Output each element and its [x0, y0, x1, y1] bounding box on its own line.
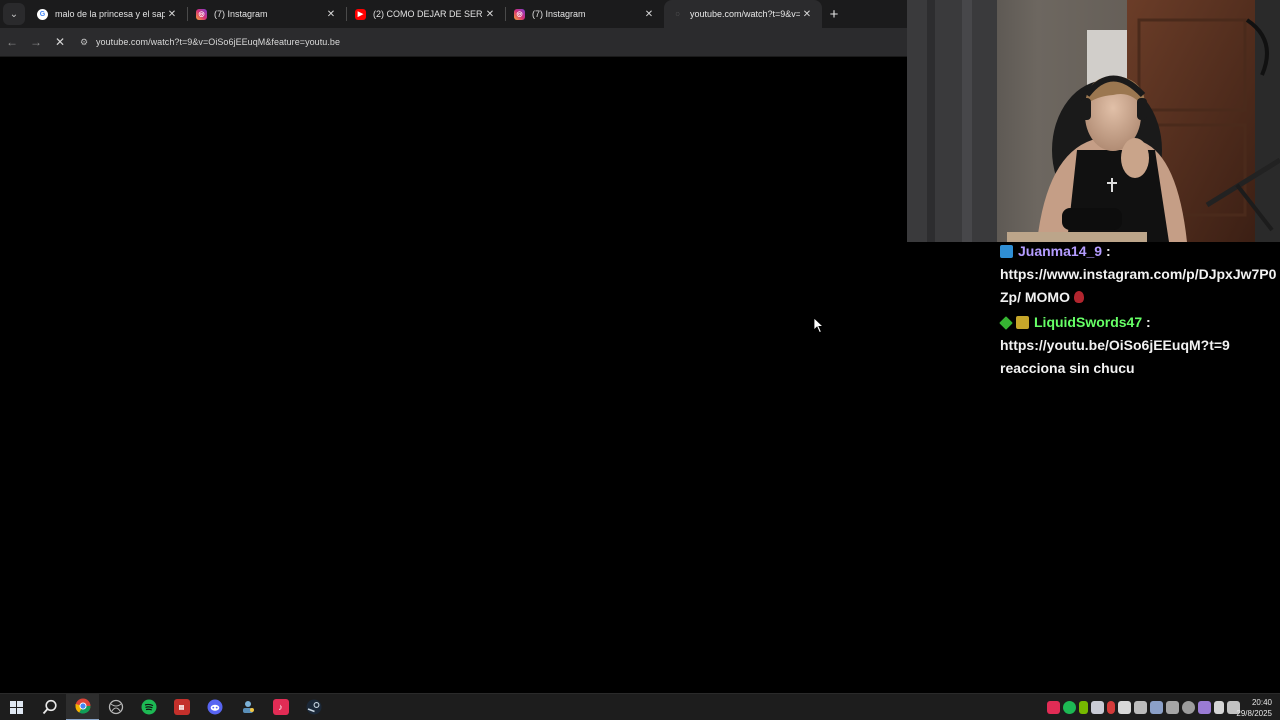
- emote-icon: [1074, 291, 1084, 303]
- discord-tray-icon[interactable]: [1091, 701, 1104, 714]
- volume-icon[interactable]: [1214, 701, 1224, 714]
- app-tray-icon-3[interactable]: [1166, 701, 1179, 714]
- chat-text: https://www.instagram.com/p/DJpxJw7P0Zp/…: [1000, 266, 1277, 305]
- address-bar[interactable]: ⚙ youtube.com/watch?t=9&v=OiSo6jEEuqM&fe…: [76, 31, 896, 53]
- mouse-cursor-icon: [814, 318, 824, 333]
- tab-instagram-1[interactable]: ◎ (7) Instagram ✕: [188, 0, 346, 28]
- tab-title: (7) Instagram: [532, 9, 586, 19]
- browser-toolbar: ← → ✕ ⚙ youtube.com/watch?t=9&v=OiSo6jEE…: [0, 28, 907, 57]
- stream-chat: Juanma14_9 : https://www.instagram.com/p…: [999, 240, 1280, 380]
- chat-separator: :: [1142, 314, 1151, 330]
- chat-message: Juanma14_9 : https://www.instagram.com/p…: [1000, 240, 1280, 309]
- pen-tray-icon[interactable]: [1198, 701, 1211, 714]
- instagram-icon: ◎: [196, 8, 207, 20]
- browser-tab-bar: ⌄ G malo de la princesa y el sapo - ✕ ◎ …: [0, 0, 907, 28]
- steam-icon[interactable]: [297, 694, 330, 720]
- chat-username: Juanma14_9: [1018, 243, 1103, 259]
- clock-time: 20:40: [1251, 698, 1272, 707]
- back-button[interactable]: ←: [0, 30, 24, 54]
- app-icon[interactable]: [99, 694, 132, 720]
- tab-title: youtube.com/watch?t=9&v=Oi: [690, 9, 800, 19]
- spotify-tray-icon[interactable]: [1063, 701, 1076, 714]
- site-info-icon[interactable]: ⚙: [76, 37, 92, 48]
- address-url: youtube.com/watch?t=9&v=OiSo6jEEuqM&feat…: [96, 37, 340, 47]
- app-tray-icon-2[interactable]: [1134, 701, 1147, 714]
- microphone-tray-icon[interactable]: [1107, 701, 1115, 714]
- gem-badge-icon: [999, 316, 1013, 330]
- system-clock[interactable]: 20:40 29/8/2025: [1236, 697, 1272, 719]
- app-tray-icon[interactable]: [1118, 701, 1131, 714]
- screen: ⌄ G malo de la princesa y el sapo - ✕ ◎ …: [0, 0, 1280, 720]
- close-icon[interactable]: ✕: [642, 9, 656, 20]
- nvidia-tray-icon[interactable]: [1079, 701, 1088, 714]
- windows-start-icon[interactable]: [0, 694, 33, 720]
- forward-button[interactable]: →: [24, 30, 48, 54]
- system-tray: [1047, 694, 1240, 720]
- chat-username: LiquidSwords47: [1034, 314, 1143, 330]
- tab-instagram-2[interactable]: ◎ (7) Instagram ✕: [506, 0, 664, 28]
- pickaxe-badge-icon: [1000, 245, 1013, 258]
- close-icon[interactable]: ✕: [165, 9, 179, 20]
- loading-icon: ◌: [675, 10, 680, 18]
- crown-badge-icon: [1016, 316, 1029, 329]
- youtube-icon: ▶: [355, 8, 366, 20]
- spotify-icon[interactable]: [132, 694, 165, 720]
- webcam-image: [907, 0, 1280, 242]
- new-tab-button[interactable]: +: [822, 0, 846, 28]
- close-icon[interactable]: ✕: [483, 9, 497, 20]
- search-icon[interactable]: [33, 694, 66, 720]
- chat-text: https://youtu.be/OiSo6jEEuqM?t=9 reaccio…: [1000, 337, 1230, 376]
- discord-icon[interactable]: [198, 694, 231, 720]
- tab-youtube[interactable]: ▶ (2) COMO DEJAR DE SER HATE ✕: [347, 0, 505, 28]
- tab-google[interactable]: G malo de la princesa y el sapo - ✕: [29, 0, 187, 28]
- tab-title: (7) Instagram: [214, 9, 268, 19]
- tab-title: malo de la princesa y el sapo -: [55, 9, 165, 19]
- close-icon[interactable]: ✕: [324, 9, 338, 20]
- app-icon-2[interactable]: [231, 694, 264, 720]
- tiktok-tray-icon[interactable]: [1047, 701, 1060, 714]
- stop-loading-button[interactable]: ✕: [48, 30, 72, 54]
- instagram-icon: ◎: [514, 8, 525, 20]
- chat-separator: :: [1102, 243, 1111, 259]
- tab-title: (2) COMO DEJAR DE SER HATE: [373, 9, 483, 19]
- display-tray-icon[interactable]: [1150, 701, 1163, 714]
- clock-date: 29/8/2025: [1236, 709, 1272, 718]
- chat-message: LiquidSwords47 : https://youtu.be/OiSo6j…: [999, 311, 1280, 380]
- gallery-icon[interactable]: ▤: [165, 694, 198, 720]
- chrome-icon[interactable]: [66, 693, 99, 720]
- close-icon[interactable]: ✕: [800, 9, 814, 20]
- tab-youtube-watch-active[interactable]: ◌ youtube.com/watch?t=9&v=Oi ✕: [664, 0, 822, 28]
- webcam-overlay: [907, 0, 1280, 242]
- tab-search-button[interactable]: ⌄: [3, 3, 25, 25]
- app-tray-icon-4[interactable]: [1182, 701, 1195, 714]
- google-icon: G: [37, 8, 48, 20]
- taskbar: ▤ ♪ 20:40 29/8/2025: [0, 693, 1280, 720]
- tiktok-icon[interactable]: ♪: [264, 694, 297, 720]
